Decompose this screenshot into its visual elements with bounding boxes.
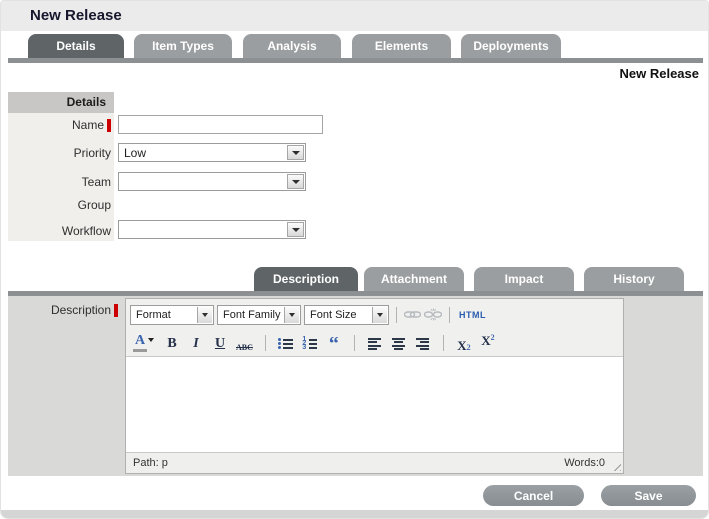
save-button[interactable]: Save xyxy=(601,485,696,506)
align-left-icon xyxy=(368,338,381,350)
bullet-list-button[interactable] xyxy=(278,334,294,352)
team-select[interactable] xyxy=(118,172,306,191)
tab-item-types[interactable]: Item Types xyxy=(134,34,232,58)
strikethrough-button[interactable]: ABC xyxy=(236,334,253,352)
description-label-row: Description xyxy=(8,302,121,318)
font-size-select-label: Font Size xyxy=(310,309,356,321)
editor-toolbar-row1: Format Font Family Font Size HTML xyxy=(126,299,623,330)
tab-history[interactable]: History xyxy=(584,267,684,291)
chevron-down-icon xyxy=(148,338,154,342)
toolbar-separator xyxy=(396,307,397,323)
font-family-select[interactable]: Font Family xyxy=(217,305,301,325)
editor-status-bar: Path: p Words:0 xyxy=(126,452,623,473)
blockquote-button[interactable]: “ xyxy=(326,337,342,349)
chevron-down-icon[interactable] xyxy=(287,174,304,189)
required-marker xyxy=(114,304,118,317)
details-label-column xyxy=(8,92,114,241)
link-icon[interactable] xyxy=(404,306,421,324)
cancel-button[interactable]: Cancel xyxy=(483,485,584,506)
team-label: Team xyxy=(82,175,111,189)
priority-select[interactable]: Low xyxy=(118,143,306,162)
priority-label-row: Priority xyxy=(8,145,114,161)
bullet-list-icon xyxy=(278,337,293,350)
text-color-icon: A xyxy=(133,334,147,352)
chevron-down-icon[interactable] xyxy=(287,145,304,160)
font-size-select[interactable]: Font Size xyxy=(304,305,389,325)
tab-details[interactable]: Details xyxy=(28,34,124,58)
numbered-list-button[interactable] xyxy=(302,334,318,352)
html-source-button[interactable]: HTML xyxy=(457,310,488,320)
chevron-down-icon[interactable] xyxy=(372,307,387,323)
tab-analysis[interactable]: Analysis xyxy=(243,34,341,58)
align-right-icon xyxy=(416,338,429,350)
tab-strip xyxy=(8,58,703,63)
editor-word-count: Words:0 xyxy=(564,457,605,469)
name-input[interactable] xyxy=(118,115,323,134)
name-label-row: Name xyxy=(8,117,114,133)
underline-button[interactable]: U xyxy=(212,334,228,352)
page-title: New Release xyxy=(30,7,122,24)
details-section-header: Details xyxy=(8,92,114,113)
description-label: Description xyxy=(51,303,111,317)
group-label-row: Group xyxy=(8,197,114,213)
align-center-icon xyxy=(392,338,405,350)
subscript-button[interactable]: X2 xyxy=(456,334,472,352)
align-left-button[interactable] xyxy=(367,334,383,352)
text-color-button[interactable]: A xyxy=(133,334,156,352)
team-label-row: Team xyxy=(8,174,114,190)
bold-button[interactable]: B xyxy=(164,334,180,352)
form-heading: New Release xyxy=(620,66,700,81)
toolbar-separator xyxy=(449,307,450,323)
tab-deployments[interactable]: Deployments xyxy=(461,34,561,58)
name-label: Name xyxy=(72,118,104,132)
toolbar-separator xyxy=(265,335,266,351)
unlink-icon[interactable] xyxy=(424,306,442,324)
editor-path: Path: p xyxy=(133,457,168,469)
chevron-down-icon[interactable] xyxy=(197,307,212,323)
chevron-down-icon[interactable] xyxy=(287,222,304,237)
tab-description[interactable]: Description xyxy=(254,267,358,291)
workflow-label-row: Workflow xyxy=(8,223,114,239)
workflow-label: Workflow xyxy=(62,224,111,238)
align-right-button[interactable] xyxy=(415,334,431,352)
rich-text-editor: Format Font Family Font Size HTML xyxy=(125,298,624,474)
font-family-select-label: Font Family xyxy=(223,309,280,321)
tab-impact[interactable]: Impact xyxy=(474,267,574,291)
editor-content-area[interactable] xyxy=(126,356,623,452)
group-label: Group xyxy=(78,198,111,212)
toolbar-separator xyxy=(354,335,355,351)
format-select[interactable]: Format xyxy=(130,305,214,325)
italic-button[interactable]: I xyxy=(188,334,204,352)
required-marker xyxy=(107,119,111,132)
workflow-select[interactable] xyxy=(118,220,306,239)
numbered-list-icon xyxy=(302,337,317,350)
format-select-label: Format xyxy=(136,309,171,321)
align-center-button[interactable] xyxy=(391,334,407,352)
page-header: New Release xyxy=(1,1,708,31)
tab-elements[interactable]: Elements xyxy=(352,34,451,58)
priority-label: Priority xyxy=(74,146,111,160)
editor-toolbar-row2: A B I U ABC “ xyxy=(126,330,623,356)
new-release-page: New Release Details Item Types Analysis … xyxy=(0,0,709,519)
toolbar-separator xyxy=(443,335,444,351)
page-bottom-edge xyxy=(1,510,708,518)
resize-grip-icon[interactable] xyxy=(610,460,621,471)
chevron-down-icon[interactable] xyxy=(284,307,299,323)
tab-attachment[interactable]: Attachment xyxy=(364,267,464,291)
priority-value: Low xyxy=(124,146,146,160)
superscript-button[interactable]: X2 xyxy=(480,334,496,352)
